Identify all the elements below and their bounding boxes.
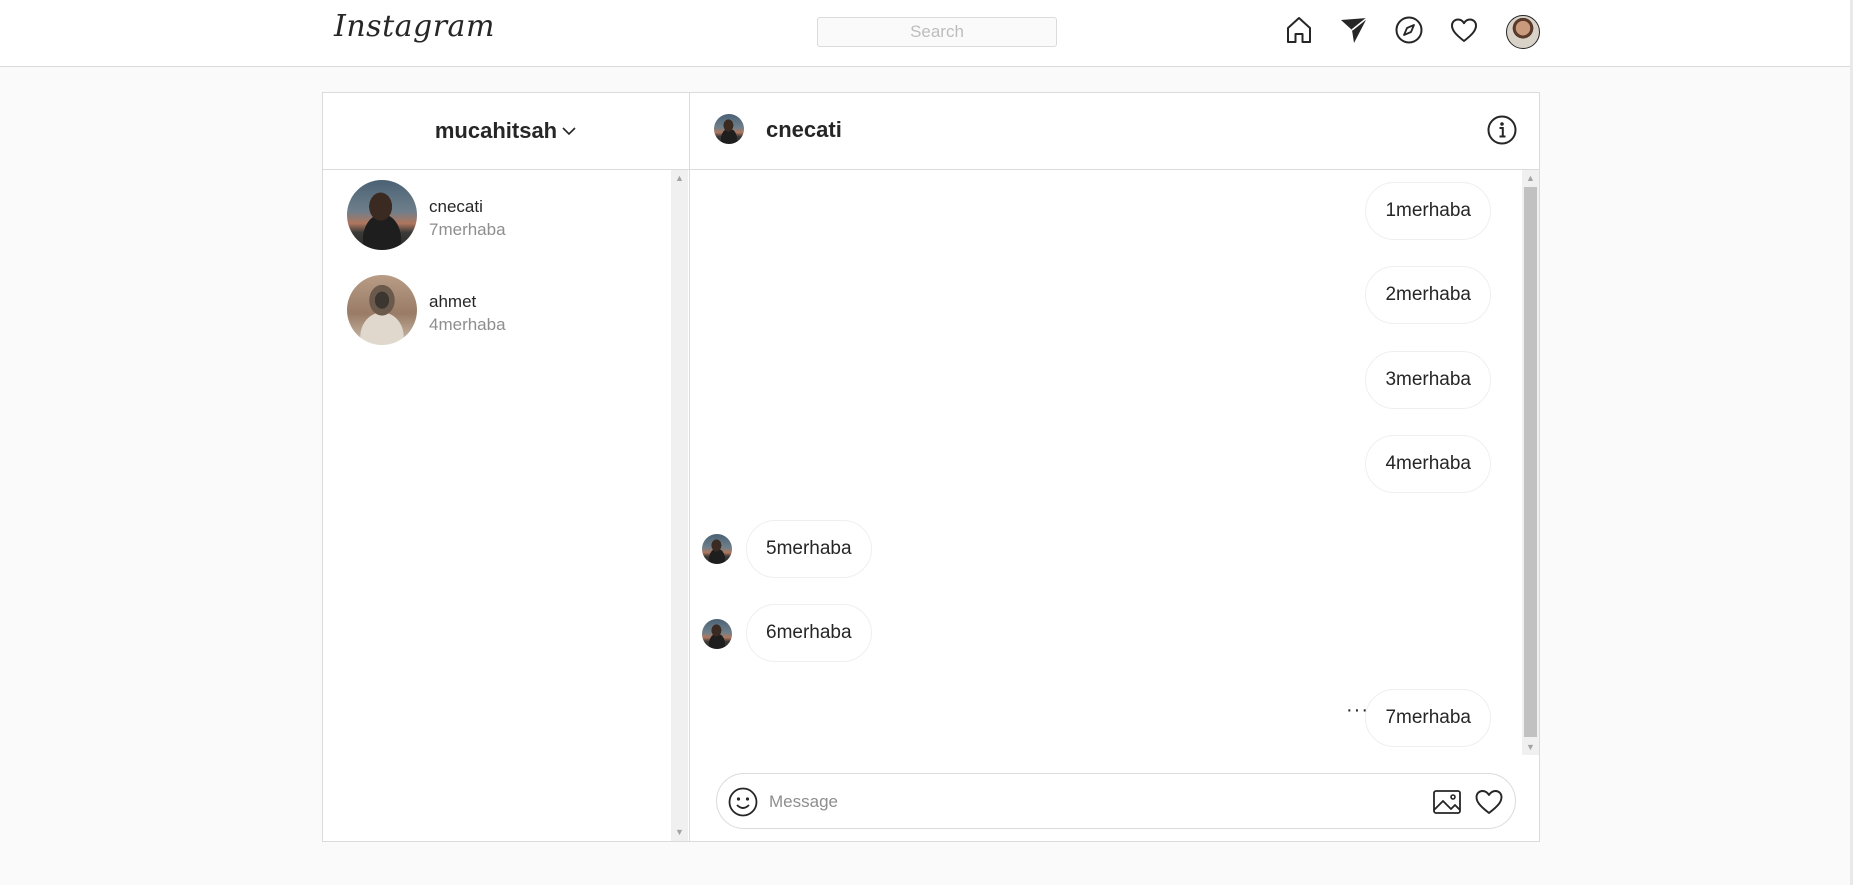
chat-partner-avatar[interactable] [714, 114, 744, 144]
message-sender-avatar [702, 534, 732, 564]
message-thread-scrollbar[interactable]: ▲ ▼ [1522, 170, 1539, 755]
scroll-up-arrow-icon[interactable]: ▲ [1525, 173, 1536, 184]
chat-header: cnecati [690, 93, 1539, 170]
avatar [347, 275, 417, 345]
direct-send-icon[interactable] [1339, 15, 1369, 45]
conversation-item-ahmet[interactable]: ahmet 4merhaba [347, 275, 667, 347]
message-bubble-received[interactable]: 6merhaba [746, 604, 872, 662]
scroll-down-arrow-icon[interactable]: ▼ [674, 827, 685, 838]
message-bubble-sent[interactable]: 3merhaba [1365, 351, 1491, 409]
chat-partner-name[interactable]: cnecati [766, 117, 842, 143]
message-bubble-sent[interactable]: 4merhaba [1365, 435, 1491, 493]
conversation-list-scrollbar[interactable]: ▲ ▼ [671, 170, 688, 841]
home-icon[interactable] [1284, 15, 1314, 45]
message-input[interactable] [769, 788, 1369, 816]
conversation-last-message: 7merhaba [429, 220, 506, 239]
message-sender-avatar [702, 619, 732, 649]
info-icon[interactable] [1486, 114, 1518, 146]
message-bubble-sent[interactable]: 1merhaba [1365, 182, 1491, 240]
account-username: mucahitsah [434, 118, 558, 143]
conversation-list-panel: mucahitsah cnecati 7merhaba ahmet 4merha… [323, 93, 690, 841]
like-heart-icon[interactable] [1473, 786, 1505, 818]
scroll-up-arrow-icon[interactable]: ▲ [674, 173, 685, 184]
message-bubble-sent[interactable]: 2merhaba [1365, 266, 1491, 324]
conversation-last-message: 4merhaba [429, 315, 506, 334]
conversation-item-cnecati[interactable]: cnecati 7merhaba [347, 180, 667, 252]
profile-avatar[interactable] [1506, 15, 1540, 49]
chevron-down-icon [562, 127, 576, 136]
message-bubble-received[interactable]: 5merhaba [746, 520, 872, 578]
scrollbar-thumb[interactable] [1524, 187, 1537, 737]
message-bubble-sent[interactable]: 7merhaba [1365, 689, 1491, 747]
activity-heart-icon[interactable] [1449, 15, 1479, 45]
explore-compass-icon[interactable] [1394, 15, 1424, 45]
message-composer [716, 773, 1516, 829]
top-nav-bar: Instagram [0, 0, 1850, 67]
account-switcher[interactable]: mucahitsah [323, 93, 689, 170]
instagram-logo[interactable]: Instagram [334, 4, 495, 50]
chat-panel: cnecati 1merhaba 2merhaba 3merhaba 4merh… [690, 93, 1539, 841]
emoji-icon[interactable] [727, 786, 759, 818]
conversation-list: cnecati 7merhaba ahmet 4merhaba [323, 170, 671, 841]
avatar [347, 180, 417, 250]
direct-inbox: mucahitsah cnecati 7merhaba ahmet 4merha… [322, 92, 1540, 842]
message-thread: 1merhaba 2merhaba 3merhaba 4merhaba 5mer… [690, 170, 1521, 755]
conversation-name: cnecati [429, 197, 483, 216]
scroll-down-arrow-icon[interactable]: ▼ [1525, 742, 1536, 753]
image-upload-icon[interactable] [1431, 786, 1463, 818]
conversation-name: ahmet [429, 292, 477, 311]
search-input[interactable] [817, 17, 1057, 47]
